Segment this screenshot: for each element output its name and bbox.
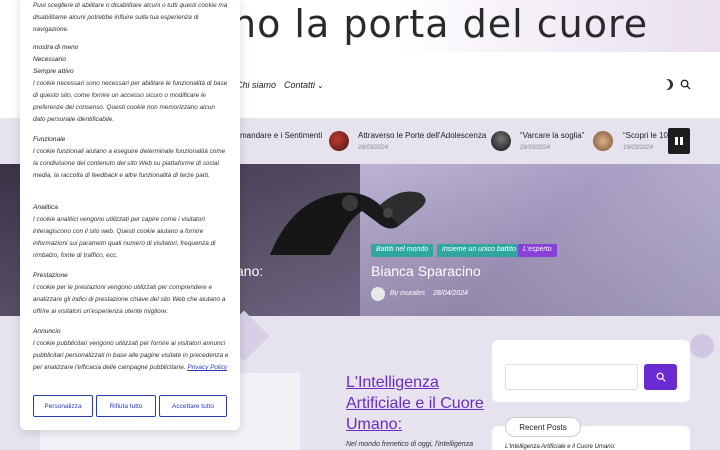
tag-battiti[interactable]: Battiti nel mondo: [371, 244, 434, 257]
cookie-intro: Puoi scegliere di abilitare o disabilita…: [33, 2, 228, 33]
tag-insieme[interactable]: Insieme un unico battito: [437, 244, 521, 257]
accept-all-button[interactable]: Accettare tutto: [159, 395, 227, 417]
site-title[interactable]: no la porta del cuore: [232, 2, 648, 46]
pause-button[interactable]: [668, 128, 690, 154]
post-title[interactable]: L'Intelligenza Artificiale e il Cuore Um…: [346, 372, 491, 435]
pause-icon-bar: [680, 137, 683, 145]
ticker-date: 26/03/2024: [520, 145, 551, 151]
hero-right-title[interactable]: Bianca Sparacino: [371, 263, 481, 279]
pause-icon: [675, 137, 678, 145]
ads-heading[interactable]: Annuncio: [33, 328, 61, 335]
search-button[interactable]: [644, 364, 677, 390]
necessary-heading[interactable]: Necessario: [33, 56, 66, 63]
analytics-text: I cookie analitici vengono utilizzati pe…: [33, 216, 216, 259]
post-author[interactable]: By murales: [390, 290, 425, 297]
recent-post-link[interactable]: L'Intelligenza Artificiale e il Cuore Um…: [505, 444, 616, 450]
ads-text: I cookie pubblicitari vengono utilizzati…: [33, 338, 229, 374]
ticker-title[interactable]: “Varcare la soglia”: [520, 131, 584, 140]
avatar[interactable]: [371, 287, 385, 301]
functional-heading[interactable]: Funzionale: [33, 136, 65, 143]
show-less-link[interactable]: mostra di meno: [33, 44, 78, 51]
nav-item-chi-siamo[interactable]: Chi siamo: [236, 80, 276, 90]
always-active-label: Sempre attivo: [33, 68, 74, 75]
performance-heading[interactable]: Prestazione: [33, 272, 68, 279]
nav-item-contatti[interactable]: Contatti ⌄: [284, 80, 324, 90]
chevron-down-icon: ⌄: [317, 81, 324, 90]
tag-esperto[interactable]: L'esperto: [518, 244, 557, 257]
privacy-policy-link[interactable]: Privacy Policy: [187, 364, 227, 371]
ticker-thumbnail[interactable]: [593, 131, 613, 151]
nav-item-label: Chi siamo: [236, 80, 277, 90]
nav-item-label: Contatti: [284, 80, 316, 90]
search-icon: [656, 372, 666, 382]
ticker-thumbnail[interactable]: [329, 131, 349, 151]
performance-text: I cookie per le prestazioni vengono util…: [33, 284, 226, 315]
functional-text: I cookie funzionali aiutano a eseguire d…: [33, 148, 226, 179]
moon-icon[interactable]: [662, 79, 673, 90]
reject-all-button[interactable]: Rifiuta tutto: [96, 395, 156, 417]
search-input[interactable]: [505, 364, 638, 390]
ticker-title[interactable]: mandare e i Sentimenti: [240, 131, 322, 140]
ticker-date: 26/03/2024: [358, 145, 389, 151]
hero-left-title[interactable]: ano:: [236, 263, 263, 279]
post-date: 28/04/2024: [433, 290, 469, 297]
recent-posts-heading: Recent Posts: [505, 417, 581, 437]
post-excerpt: Nel mondo frenetico di oggi, l'intellige…: [346, 441, 474, 448]
cookie-preferences-panel: Puoi scegliere di abilitare o disabilita…: [20, 0, 240, 430]
ticker-thumbnail[interactable]: [491, 131, 511, 151]
search-icon[interactable]: [680, 79, 691, 90]
analytics-heading[interactable]: Analitica: [33, 204, 58, 211]
ticker-title[interactable]: Attraverso le Porte dell'Adolescenza: [358, 131, 486, 140]
necessary-text: I cookie necessari sono necessari per ab…: [33, 80, 228, 123]
ticker-date: 19/03/2024: [623, 145, 654, 151]
decorative-circle: [690, 334, 714, 358]
customize-button[interactable]: Personalizza: [33, 395, 93, 417]
